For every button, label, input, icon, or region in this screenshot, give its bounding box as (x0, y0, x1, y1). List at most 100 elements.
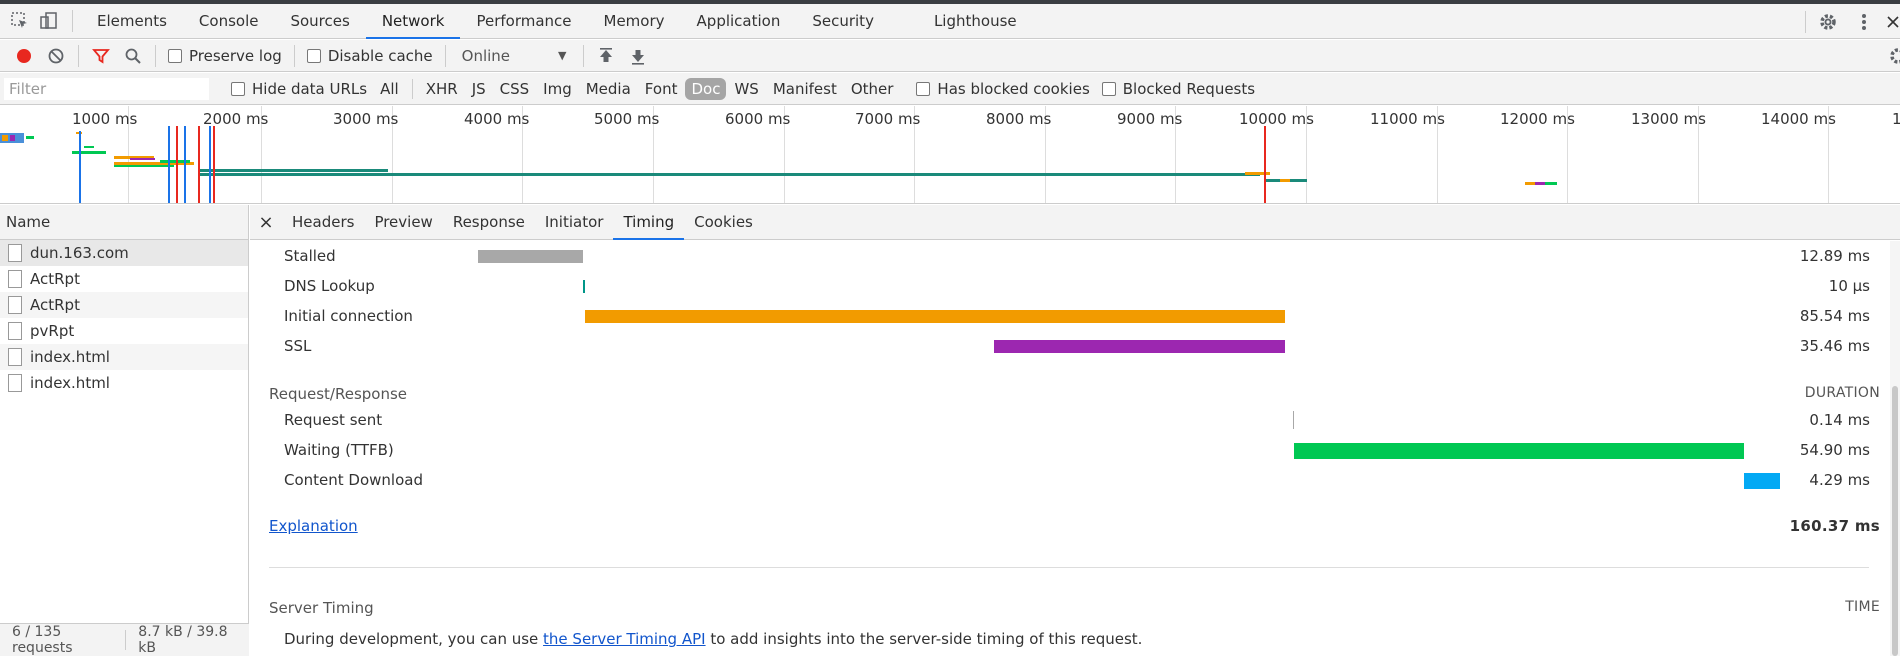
checkbox-box[interactable] (306, 48, 321, 63)
disable-cache-checkbox[interactable]: Disable cache (306, 47, 433, 65)
tab-performance[interactable]: Performance (460, 4, 587, 39)
type-filter-ws[interactable]: WS (728, 78, 764, 100)
filter-separator (411, 78, 413, 99)
filter-input[interactable]: Filter (4, 77, 209, 100)
type-filter-font[interactable]: Font (639, 78, 684, 100)
tab-timing[interactable]: Timing (613, 205, 685, 240)
server-timing-api-link[interactable]: the Server Timing API (543, 630, 706, 648)
timing-value: 85.54 ms (1799, 307, 1870, 325)
device-toolbar-icon[interactable] (34, 7, 62, 35)
timing-label: SSL (284, 337, 312, 355)
close-detail-icon[interactable]: × (250, 212, 282, 233)
type-filter-xhr[interactable]: XHR (420, 78, 464, 100)
transfer-size: 8.7 kB / 39.8 kB (138, 624, 228, 656)
tab-lighthouse[interactable]: Lighthouse (918, 4, 1033, 39)
search-icon[interactable] (117, 42, 149, 70)
type-filter-all[interactable]: All (374, 78, 405, 100)
type-filter-css[interactable]: CSS (494, 78, 536, 100)
checkbox-box[interactable] (168, 48, 182, 63)
inspect-element-icon[interactable] (6, 7, 34, 35)
tab-preview[interactable]: Preview (364, 205, 442, 240)
timing-value: 35.46 ms (1799, 337, 1870, 355)
blocked-requests-checkbox[interactable]: Blocked Requests (1101, 80, 1255, 98)
server-timing-text-after: to add insights into the server-side tim… (705, 630, 1143, 648)
time-header: TIME (1845, 599, 1880, 615)
timing-value: 0.14 ms (1809, 411, 1870, 429)
toolbar-divider (293, 44, 295, 67)
type-filter-img[interactable]: Img (537, 78, 578, 100)
tab-application[interactable]: Application (681, 4, 797, 39)
export-har-icon[interactable] (622, 42, 654, 70)
settings-gear-icon[interactable] (1814, 8, 1842, 36)
tab-initiator[interactable]: Initiator (535, 205, 614, 240)
throttling-select[interactable]: Online ▼ (462, 47, 567, 65)
type-filter-doc[interactable]: Doc (685, 77, 727, 100)
request-row[interactable]: ActRpt (0, 292, 248, 318)
detail-tab-bar: × Headers Preview Response Initiator Tim… (250, 205, 1900, 240)
tab-headers[interactable]: Headers (282, 205, 364, 240)
has-blocked-cookies-checkbox[interactable]: Has blocked cookies (916, 79, 1090, 98)
has-blocked-cookies-label: Has blocked cookies (937, 79, 1090, 98)
tab-sources[interactable]: Sources (274, 4, 365, 39)
network-overview-timeline[interactable]: 1000 ms 2000 ms 3000 ms 4000 ms 5000 ms … (0, 106, 1900, 204)
network-settings-gear-icon[interactable] (1888, 42, 1900, 70)
timing-scrollbar[interactable] (1890, 241, 1900, 656)
section-divider (269, 567, 1869, 568)
server-timing-text-before: During development, you can use (284, 630, 544, 648)
import-har-icon[interactable] (590, 42, 622, 70)
request-row[interactable]: index.html (0, 370, 248, 396)
tab-console[interactable]: Console (183, 4, 275, 39)
tab-elements[interactable]: Elements (81, 4, 183, 39)
tab-network[interactable]: Network (365, 4, 461, 39)
explanation-link[interactable]: Explanation (269, 517, 358, 535)
timing-label: Content Download (284, 471, 423, 489)
type-filter-js[interactable]: JS (466, 78, 492, 100)
request-row[interactable]: ActRpt (0, 266, 248, 292)
record-icon[interactable] (8, 42, 40, 70)
document-file-icon (8, 348, 22, 366)
close-devtools-icon[interactable] (1886, 8, 1900, 36)
request-row[interactable]: dun.163.com (0, 240, 248, 266)
tab-cookies[interactable]: Cookies (684, 205, 763, 240)
more-options-icon[interactable] (1850, 8, 1878, 36)
request-row[interactable]: index.html (0, 344, 248, 370)
hide-data-urls-checkbox[interactable]: Hide data URLs (231, 80, 367, 98)
tab-security[interactable]: Security (796, 4, 890, 39)
timing-bar (1293, 411, 1294, 429)
timing-row-request-sent: Request sent 0.14 ms (250, 405, 1890, 435)
tab-response[interactable]: Response (443, 205, 535, 240)
preserve-log-label: Preserve log (189, 46, 282, 65)
request-name: ActRpt (30, 296, 80, 314)
toolbar-divider (582, 44, 584, 67)
overview-request-bars (0, 126, 1557, 203)
throttling-value: Online (461, 46, 511, 65)
type-filter-media[interactable]: Media (580, 78, 637, 100)
toolbar-divider (78, 44, 79, 67)
filter-funnel-icon[interactable] (85, 42, 117, 70)
checkbox-box[interactable] (916, 81, 931, 96)
name-column-header[interactable]: Name (0, 205, 248, 240)
timing-label: DNS Lookup (284, 277, 375, 295)
server-timing-note: During development, you can use the Serv… (284, 630, 1142, 648)
network-toolbar: Preserve log Disable cache Online ▼ (0, 40, 1900, 72)
type-filter-manifest[interactable]: Manifest (767, 78, 843, 100)
scrollbar-thumb[interactable] (1892, 386, 1898, 656)
checkbox-box[interactable] (1101, 81, 1116, 96)
clear-icon[interactable] (40, 42, 72, 70)
hide-data-urls-label: Hide data URLs (252, 79, 368, 98)
timing-row-ssl: SSL 35.46 ms (250, 331, 1890, 361)
request-row[interactable]: pvRpt (0, 318, 248, 344)
tab-bar-right-tools (1795, 4, 1900, 39)
type-filter-other[interactable]: Other (845, 78, 900, 100)
request-name: dun.163.com (30, 244, 129, 262)
timing-value: 10 µs (1828, 277, 1870, 295)
checkbox-box[interactable] (231, 81, 245, 96)
request-name: index.html (30, 374, 110, 392)
timing-bar (583, 280, 585, 293)
document-file-icon (8, 244, 22, 262)
preserve-log-checkbox[interactable]: Preserve log (168, 47, 282, 65)
timing-row-content-download: Content Download 4.29 ms (250, 465, 1890, 495)
tab-memory[interactable]: Memory (588, 4, 681, 39)
request-response-heading: Request/Response (269, 385, 408, 403)
timing-row-dns: DNS Lookup 10 µs (250, 271, 1890, 301)
